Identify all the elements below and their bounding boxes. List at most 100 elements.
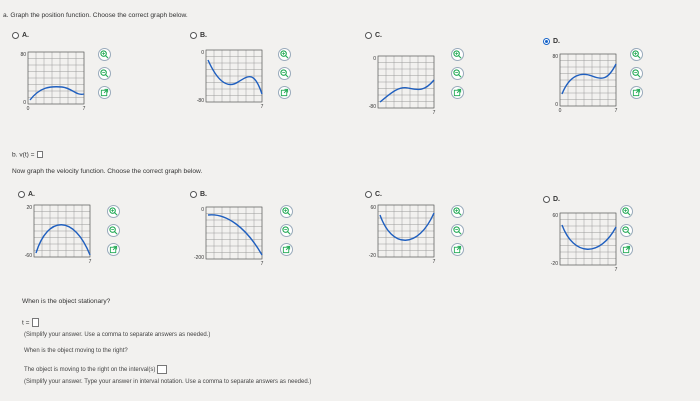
- zoom-out-icon[interactable]: [451, 224, 464, 237]
- y-tick-bottom: -80: [369, 104, 376, 110]
- zoom-in-icon[interactable]: [98, 48, 111, 61]
- option-label: C.: [375, 32, 382, 39]
- option-b-b[interactable]: B.: [190, 191, 207, 198]
- option-b-a[interactable]: A.: [18, 191, 35, 198]
- x-tick-label: 7: [615, 108, 618, 114]
- external-link-icon[interactable]: [278, 86, 291, 99]
- y-tick-bottom: -80: [197, 98, 204, 104]
- zoom-out-icon[interactable]: [620, 224, 633, 237]
- option-a-a[interactable]: A.: [12, 32, 29, 39]
- external-link-icon[interactable]: [630, 86, 643, 99]
- option-label: D.: [553, 38, 560, 45]
- radio-button[interactable]: [190, 191, 197, 198]
- stationary-question: When is the object stationary?: [22, 298, 111, 305]
- radio-button[interactable]: [543, 196, 550, 203]
- t-answer-input[interactable]: [31, 318, 39, 327]
- radio-button[interactable]: [190, 32, 197, 39]
- y-tick-top: 80: [552, 54, 558, 60]
- graph-tools: [98, 48, 111, 99]
- graph-tools: [630, 48, 643, 99]
- y-tick-top: 80: [20, 52, 26, 58]
- radio-button[interactable]: [18, 191, 25, 198]
- radio-button[interactable]: [365, 32, 372, 39]
- option-label: D.: [553, 196, 560, 203]
- y-tick-bottom: -60: [25, 253, 32, 259]
- radio-button[interactable]: [365, 191, 372, 198]
- zoom-in-icon[interactable]: [620, 205, 633, 218]
- option-a-c[interactable]: C.: [365, 32, 382, 39]
- external-link-icon[interactable]: [98, 86, 111, 99]
- zoom-in-icon[interactable]: [451, 205, 464, 218]
- graph-b-d: 60 -20 7: [551, 212, 618, 273]
- interval-answer-input[interactable]: [157, 365, 168, 374]
- velocity-label: b. v(t) =: [12, 151, 35, 159]
- option-a-b[interactable]: B.: [190, 32, 207, 39]
- radio-button[interactable]: [12, 32, 19, 39]
- zoom-out-icon[interactable]: [451, 67, 464, 80]
- option-label: A.: [22, 32, 29, 39]
- x-tick-label: 7: [83, 106, 86, 112]
- external-link-icon[interactable]: [620, 243, 633, 256]
- graph-tools: [278, 48, 291, 99]
- t-answer-row: t =: [22, 318, 39, 327]
- x-tick-label: 7: [89, 259, 92, 265]
- option-a-d[interactable]: D.: [543, 38, 560, 45]
- y-tick-bottom: -20: [551, 261, 558, 267]
- option-label: A.: [28, 191, 35, 198]
- hint-interval: (Simplify your answer. Type your answer …: [24, 379, 312, 385]
- external-link-icon[interactable]: [451, 243, 464, 256]
- external-link-icon[interactable]: [107, 243, 120, 256]
- y-tick-top: 0: [201, 50, 204, 56]
- option-label: B.: [200, 191, 207, 198]
- y-tick-top: 20: [26, 205, 32, 211]
- graph-a-c: 0 -80 7: [369, 55, 436, 116]
- external-link-icon[interactable]: [451, 86, 464, 99]
- interval-text: The object is moving to the right on the…: [24, 367, 156, 374]
- graph-a-b: 0 -80 7: [197, 49, 264, 110]
- external-link-icon[interactable]: [280, 243, 293, 256]
- option-label: C.: [375, 191, 382, 198]
- option-b-c[interactable]: C.: [365, 191, 382, 198]
- zoom-in-icon[interactable]: [451, 48, 464, 61]
- radio-button[interactable]: [543, 38, 550, 45]
- graph-tools: [451, 205, 464, 256]
- zoom-in-icon[interactable]: [280, 205, 293, 218]
- y-tick-top: 0: [201, 207, 204, 213]
- zoom-in-icon[interactable]: [278, 48, 291, 61]
- x-tick-label: 7: [433, 259, 436, 265]
- interval-row: The object is moving to the right on the…: [24, 365, 168, 374]
- zoom-out-icon[interactable]: [630, 67, 643, 80]
- graph-b-a: 20 -60 7: [25, 204, 92, 265]
- y-tick-top: 0: [373, 56, 376, 62]
- graph-b-b: 0 -200 7: [194, 206, 264, 267]
- graph-tools: [280, 205, 293, 256]
- x-tick-label: 7: [261, 104, 264, 110]
- graph-tools: [107, 205, 120, 256]
- zoom-in-icon[interactable]: [630, 48, 643, 61]
- zoom-out-icon[interactable]: [98, 67, 111, 80]
- graph-a-d: 8000 7: [552, 53, 618, 114]
- y-tick-bottom: -200: [194, 255, 204, 261]
- zoom-in-icon[interactable]: [107, 205, 120, 218]
- t-label: t =: [22, 319, 30, 327]
- x-tick-label: 7: [261, 261, 264, 267]
- zoom-out-icon[interactable]: [278, 67, 291, 80]
- x-tick-label: 7: [615, 267, 618, 273]
- graph-a-a: 8000 7: [20, 51, 86, 112]
- x-tick-label: 0: [559, 108, 562, 114]
- y-tick-bottom: -20: [369, 253, 376, 259]
- part-a-prompt: a. Graph the position function. Choose t…: [3, 12, 188, 19]
- y-tick-top: 60: [552, 213, 558, 219]
- zoom-out-icon[interactable]: [107, 224, 120, 237]
- hint-simplify: (Simplify your answer. Use a comma to se…: [24, 332, 211, 338]
- zoom-out-icon[interactable]: [280, 224, 293, 237]
- graph-tools: [451, 48, 464, 99]
- graph-tools: [620, 205, 633, 256]
- graph-b-c: 60 -20 7: [369, 204, 436, 265]
- moving-right-question: When is the object moving to the right?: [24, 348, 128, 354]
- option-b-d[interactable]: D.: [543, 196, 560, 203]
- velocity-answer-input[interactable]: [36, 151, 43, 158]
- option-label: B.: [200, 32, 207, 39]
- x-tick-label: 0: [27, 106, 30, 112]
- part-b-prompt: Now graph the velocity function. Choose …: [12, 168, 203, 175]
